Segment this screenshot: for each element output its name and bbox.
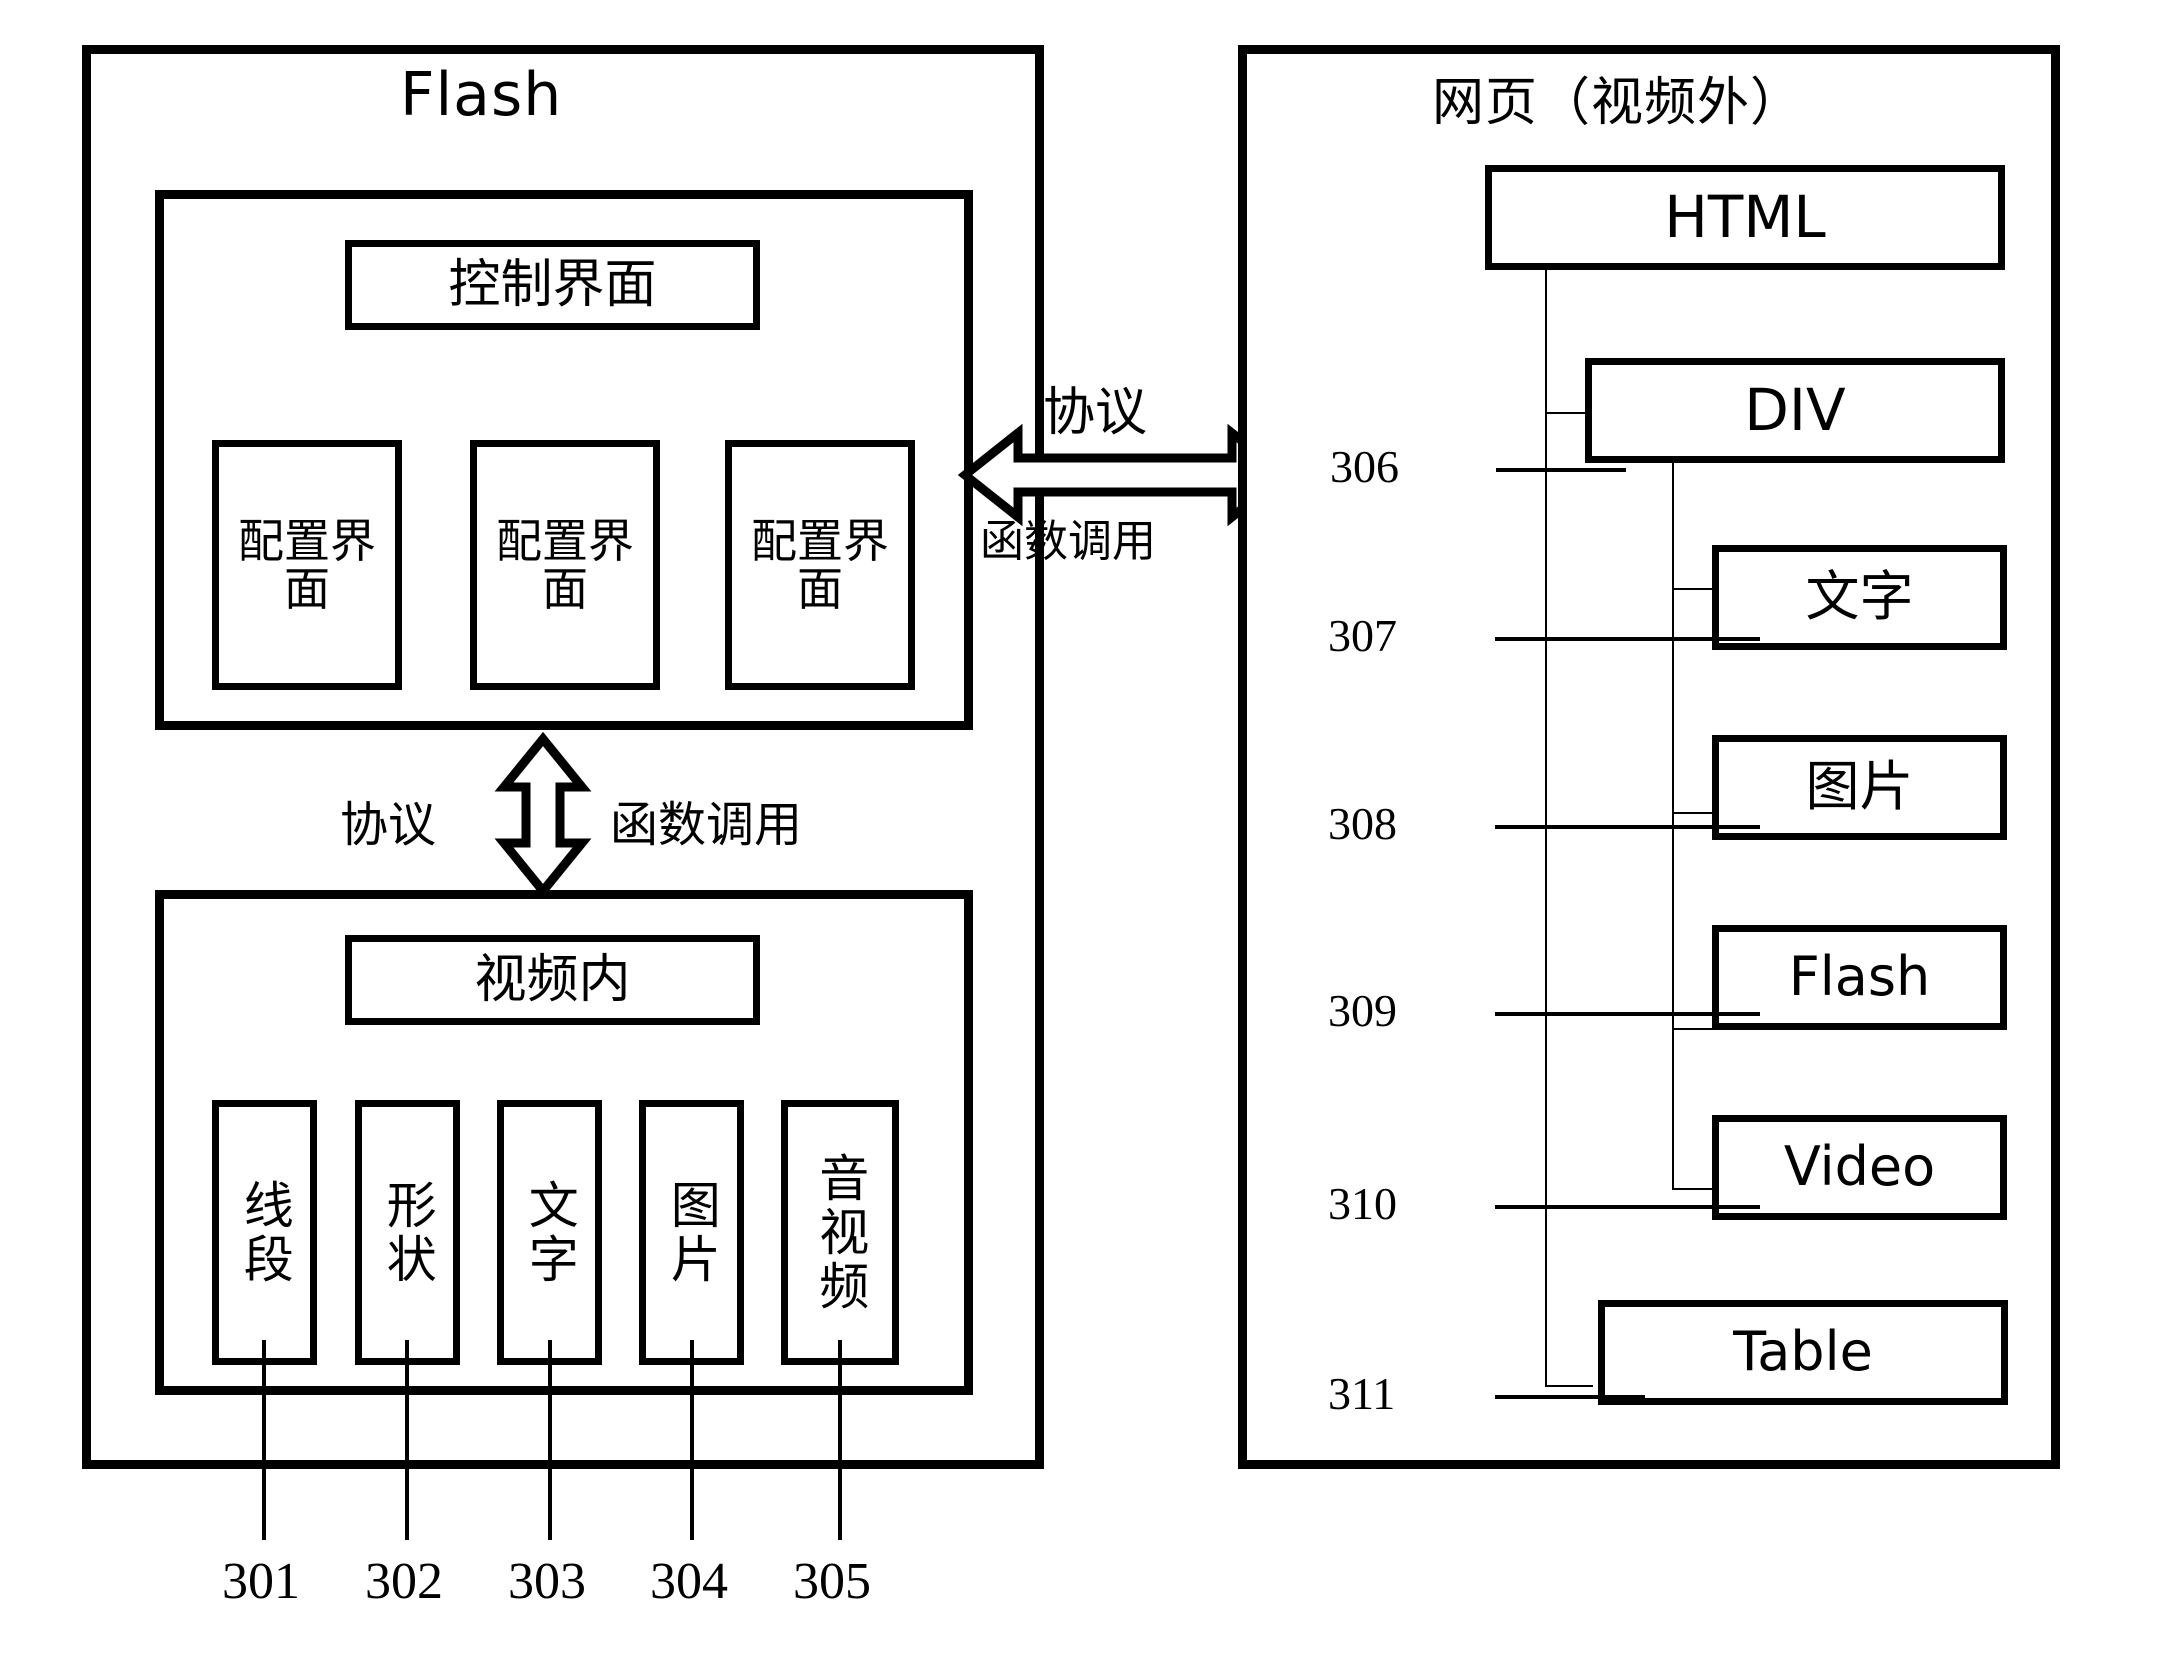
reference-number-302: 302 bbox=[365, 1553, 443, 1610]
webpage-box-table[interactable]: Table bbox=[1598, 1300, 2008, 1405]
reference-number-303: 303 bbox=[508, 1553, 586, 1610]
leader-line-308 bbox=[1495, 825, 1760, 829]
webpage-box-text[interactable]: 文字 bbox=[1712, 545, 2007, 650]
internal-arrow-label-protocol: 协议 bbox=[340, 797, 437, 853]
video-content-box[interactable]: 视频内 bbox=[345, 935, 760, 1025]
reference-number-305: 305 bbox=[793, 1553, 871, 1610]
webpage-box-html[interactable]: HTML bbox=[1485, 165, 2005, 270]
reference-number-307: 307 bbox=[1328, 610, 1397, 661]
video-element-box-text[interactable]: 文字 bbox=[497, 1100, 602, 1365]
bridge-arrow-label-function-call: 函数调用 bbox=[980, 516, 1156, 567]
video-element-box-line[interactable]: 线段 bbox=[212, 1100, 317, 1365]
webpage-box-div[interactable]: DIV bbox=[1585, 358, 2005, 463]
control-ui-box[interactable]: 控制界面 bbox=[345, 240, 760, 330]
bridge-arrow-label-protocol: 协议 bbox=[1043, 383, 1148, 443]
config-ui-box-2[interactable]: 配置界面 bbox=[470, 440, 660, 690]
leader-line-302 bbox=[405, 1340, 409, 1540]
leader-line-304 bbox=[690, 1340, 694, 1540]
tree-connector-div-to-image bbox=[1672, 812, 1714, 814]
reference-number-308: 308 bbox=[1328, 798, 1397, 849]
tree-connector-div-to-flash bbox=[1672, 1028, 1714, 1030]
left-panel-title: Flash bbox=[400, 60, 563, 130]
reference-number-306: 306 bbox=[1330, 441, 1399, 492]
tree-connector-div-to-video bbox=[1672, 1188, 1714, 1190]
leader-line-307 bbox=[1495, 637, 1760, 641]
leader-line-310 bbox=[1495, 1205, 1760, 1209]
leader-line-306 bbox=[1496, 468, 1626, 472]
tree-connector-html-trunk bbox=[1545, 225, 1547, 1385]
right-panel-title: 网页（视频外） bbox=[1432, 73, 1804, 133]
leader-line-309 bbox=[1495, 1012, 1760, 1016]
reference-number-309: 309 bbox=[1328, 985, 1397, 1036]
video-element-box-shape[interactable]: 形状 bbox=[355, 1100, 460, 1365]
tree-connector-html-to-div bbox=[1545, 412, 1587, 414]
internal-arrow-label-function-call: 函数调用 bbox=[610, 797, 803, 853]
tree-connector-div-trunk bbox=[1672, 368, 1674, 1188]
leader-line-303 bbox=[548, 1340, 552, 1540]
figure-canvas: Flash 控制界面 配置界面 配置界面 配置界面 协议 函数调用 视频内 线段… bbox=[0, 0, 2165, 1676]
tree-connector-div-to-text bbox=[1672, 588, 1714, 590]
leader-line-305 bbox=[838, 1340, 842, 1540]
reference-number-301: 301 bbox=[222, 1553, 300, 1610]
config-ui-box-3[interactable]: 配置界面 bbox=[725, 440, 915, 690]
leader-line-311 bbox=[1495, 1395, 1645, 1399]
tree-connector-html-to-table bbox=[1545, 1385, 1593, 1387]
video-element-box-audiovideo[interactable]: 音视频 bbox=[781, 1100, 899, 1365]
internal-bidirectional-arrow bbox=[494, 731, 592, 899]
reference-number-311: 311 bbox=[1328, 1368, 1396, 1419]
config-ui-box-1[interactable]: 配置界面 bbox=[212, 440, 402, 690]
reference-number-304: 304 bbox=[650, 1553, 728, 1610]
leader-line-301 bbox=[262, 1340, 266, 1540]
reference-number-310: 310 bbox=[1328, 1178, 1397, 1229]
video-element-box-image[interactable]: 图片 bbox=[639, 1100, 744, 1365]
